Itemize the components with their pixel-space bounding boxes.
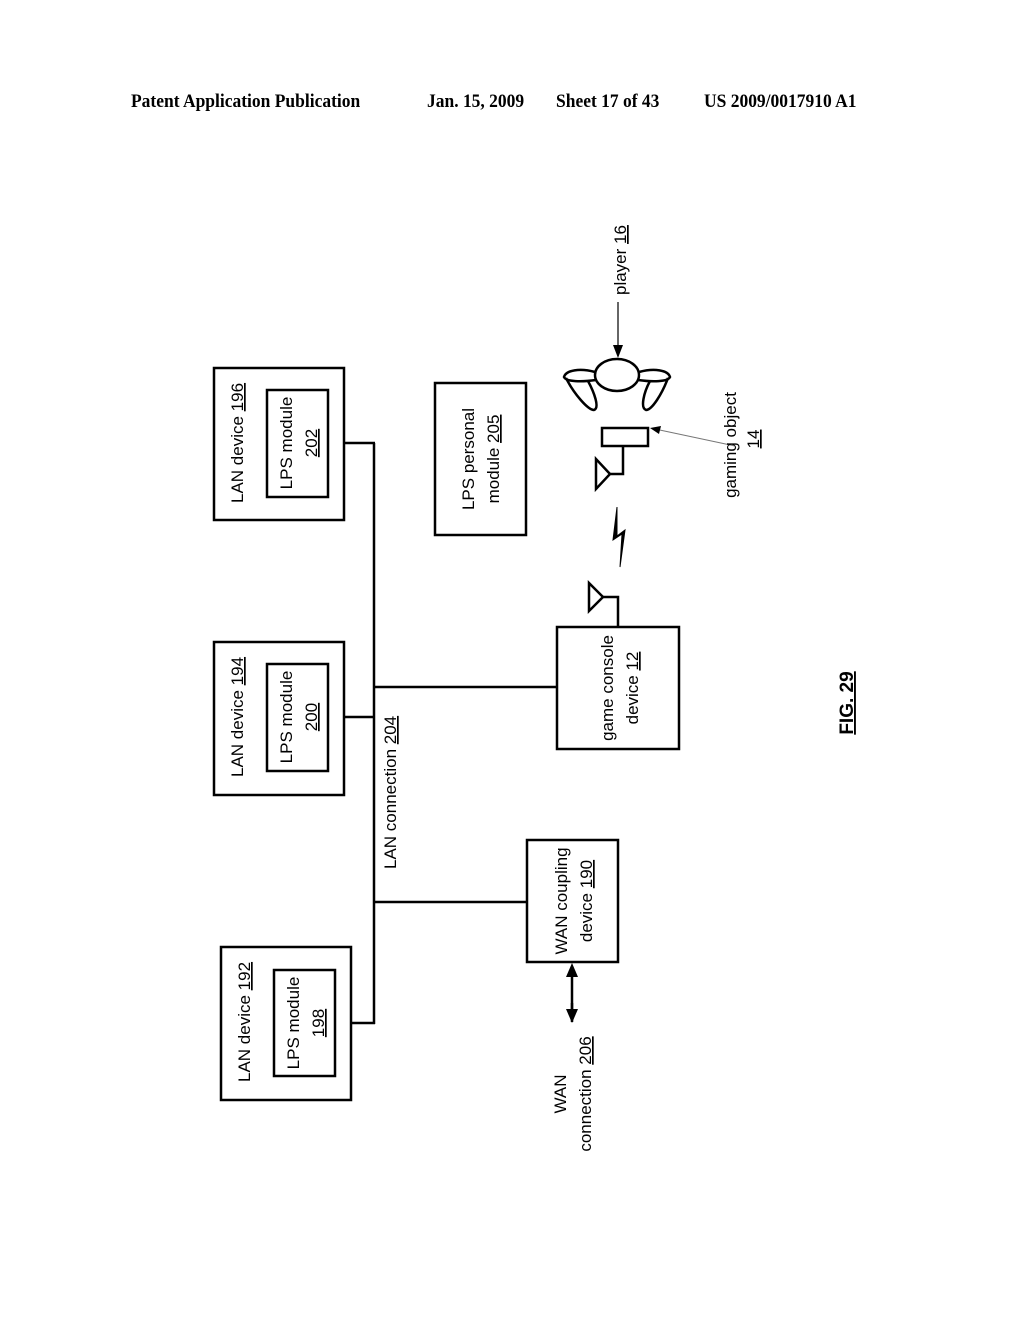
lps-personal-module-box — [433, 381, 528, 537]
wan-coupling-device-ref-line: device 190 — [577, 860, 596, 942]
lps-module-200-ref: 200 — [302, 703, 321, 731]
lan-connection-label: LAN connection 204 — [381, 716, 400, 869]
lps-module-200-label: LPS module — [277, 671, 296, 764]
player-arms-right-icon — [637, 368, 672, 383]
player-arms-icon — [562, 368, 597, 383]
wan-coupling-device-box — [525, 838, 620, 964]
gaming-object-ref: 14 — [744, 430, 763, 449]
lps-module-202-ref: 202 — [302, 429, 321, 457]
gaming-object-pointer-head-icon — [650, 426, 661, 434]
lps-personal-module-ref-line: module 205 — [484, 415, 503, 504]
wan-connection-label: WAN — [551, 1074, 570, 1113]
wan-arrow-head-down-icon — [566, 1009, 578, 1023]
console-antenna-stem — [603, 595, 620, 627]
player-right-hand-icon — [641, 377, 670, 412]
lps-module-198-ref: 198 — [309, 1009, 328, 1037]
lps-module-198-label: LPS module — [284, 977, 303, 1070]
lan-device-196-label: LAN device 196 — [228, 383, 247, 503]
player-left-hand-icon — [564, 377, 598, 412]
gaming-object-label: gaming object — [721, 392, 740, 498]
game-console-device-ref-line: device 12 — [623, 652, 642, 725]
game-console-device-box — [555, 625, 681, 751]
gaming-object-antenna-icon — [594, 455, 612, 493]
network-diagram: LAN device 196 LPS module 202 LAN device… — [212, 225, 858, 1152]
lps-module-202-label: LPS module — [277, 397, 296, 490]
lan-device-192-label: LAN device 192 — [235, 962, 254, 1082]
wan-connection-ref-line: connection 206 — [576, 1036, 595, 1151]
player-head-icon — [593, 357, 641, 393]
game-console-device-label: game console — [598, 635, 617, 741]
wireless-signal-icon — [612, 506, 626, 568]
gaming-object-box — [600, 426, 650, 448]
lps-personal-module-label: LPS personal — [459, 408, 478, 510]
player-label: player 16 — [611, 225, 630, 295]
gaming-object-antenna-stem — [610, 446, 625, 476]
player-pointer-head-icon — [613, 345, 623, 358]
lan-device-194-label: LAN device 194 — [228, 657, 247, 777]
console-antenna-icon — [587, 579, 605, 615]
wan-arrow-head-up-icon — [566, 963, 578, 977]
wan-coupling-device-label: WAN coupling — [552, 847, 571, 954]
figure-label: FIG. 29 — [837, 671, 858, 734]
